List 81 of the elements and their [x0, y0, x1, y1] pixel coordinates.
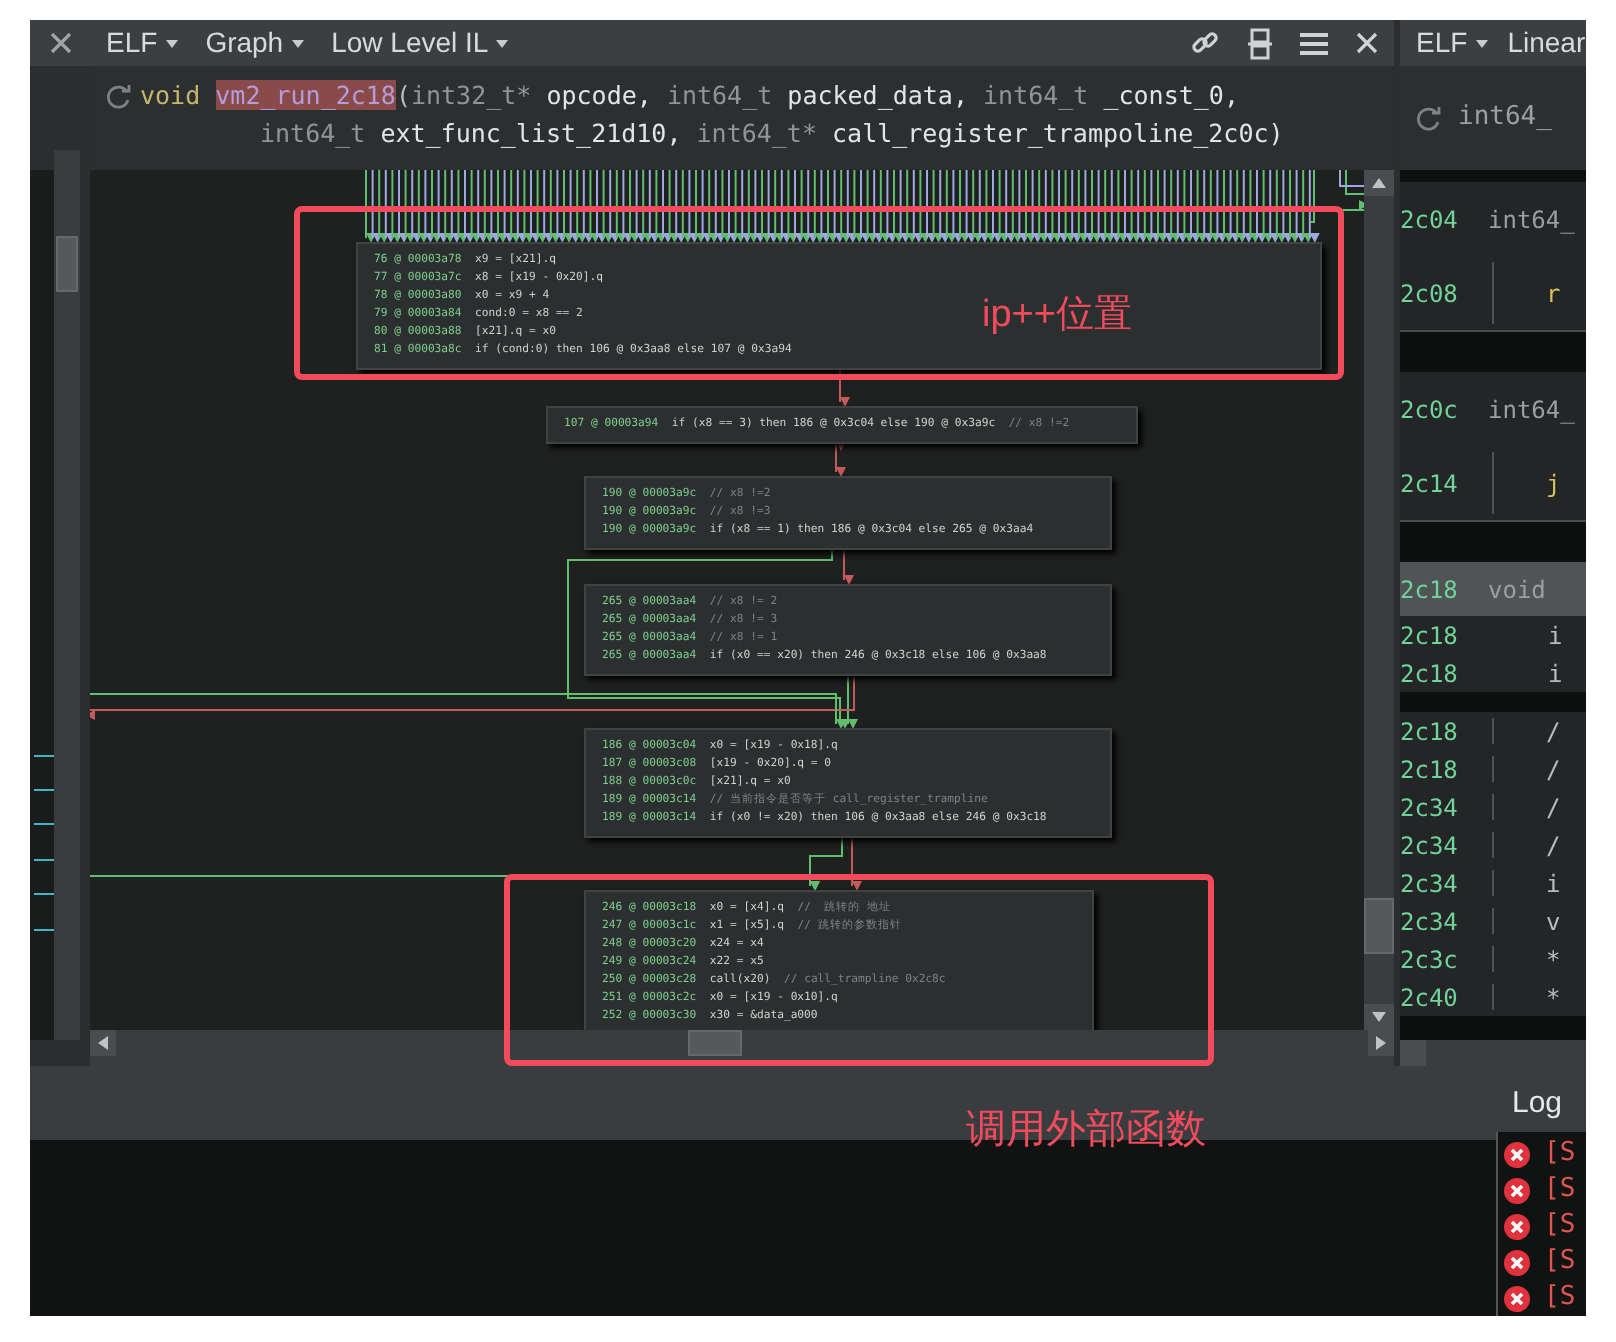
error-icon: [1504, 1177, 1530, 1203]
line-code: /: [1546, 829, 1561, 863]
line-code: /: [1546, 791, 1561, 825]
down-arrow-icon: [1372, 1012, 1386, 1022]
graph-edge: [851, 835, 862, 891]
line-address: 2c18: [1400, 619, 1460, 653]
line-address: 2c18: [1400, 753, 1460, 787]
line-code: j: [1546, 467, 1561, 501]
scroll-right-button[interactable]: [1368, 1030, 1394, 1056]
line-code: int64_: [1488, 393, 1575, 427]
line-code: /: [1546, 753, 1561, 787]
log-message: [S: [1544, 1280, 1576, 1316]
log-message: [S: [1544, 1244, 1576, 1281]
scroll-thumb[interactable]: [1364, 898, 1394, 954]
line-code: i: [1546, 867, 1561, 901]
basic-block[interactable]: [584, 728, 1112, 838]
error-icon: [1504, 1285, 1530, 1311]
up-arrow-icon: [1372, 178, 1386, 188]
line-address: 2c3c: [1400, 943, 1460, 977]
line-address: 2c34: [1400, 905, 1460, 939]
annotation-text: 调用外部函数: [966, 1106, 1206, 1156]
link-icon[interactable]: [1190, 28, 1220, 58]
line-code: *: [1546, 981, 1561, 1015]
log-message: [S: [1544, 1136, 1576, 1173]
menu-icon[interactable]: [1300, 31, 1328, 55]
line-code: /: [1546, 715, 1561, 749]
split-view-icon[interactable]: [1248, 27, 1272, 59]
line-address: 2c34: [1400, 829, 1460, 863]
graph-edge: [839, 367, 850, 407]
error-icon: [1504, 1249, 1530, 1275]
line-address: 2c18: [1400, 715, 1460, 749]
scrollbar[interactable]: [54, 150, 80, 1040]
view-dropdown[interactable]: ELF: [1416, 22, 1488, 64]
line-address: 2c34: [1400, 791, 1460, 825]
annotation-text: ip++位置: [982, 292, 1132, 340]
error-icon: [1504, 1213, 1530, 1239]
right-arrow-icon: [1376, 1036, 1386, 1050]
scroll-down-button[interactable]: [1364, 1004, 1394, 1030]
scroll-left-button[interactable]: [90, 1030, 116, 1056]
caret-icon: [496, 39, 509, 47]
close-icon[interactable]: [49, 32, 71, 54]
line-code: int64_: [1488, 203, 1575, 237]
view-dropdown[interactable]: ELF: [106, 22, 178, 64]
line-address: 2c0c: [1400, 393, 1460, 427]
caret-icon: [165, 39, 178, 47]
line-address: 2c18: [1400, 657, 1460, 691]
left-arrow-icon: [98, 1036, 108, 1050]
view-dropdown[interactable]: Graph: [205, 22, 304, 64]
line-code: *: [1546, 943, 1561, 977]
basic-block[interactable]: [584, 890, 1094, 1030]
line-address: 2c34: [1400, 867, 1460, 901]
reload-icon[interactable]: [106, 84, 132, 110]
function-signature: void vm2_run_2c18(int32_t* opcode, int64_t packed_data, int64_t _const_0,: [140, 78, 1241, 114]
error-icon: [1504, 1141, 1530, 1167]
line-code: i: [1546, 657, 1563, 691]
basic-block[interactable]: [356, 242, 1322, 370]
caret-icon: [291, 39, 304, 47]
function-signature: int64_t ext_func_list_21d10, int64_t* call_register_trampoline_2c0c): [258, 116, 1284, 152]
scrollbar[interactable]: [1364, 170, 1394, 1030]
line-code: i: [1546, 619, 1563, 653]
scroll-up-button[interactable]: [1364, 170, 1394, 196]
log-message: [S: [1544, 1172, 1576, 1209]
panel-title: Log: [1512, 1083, 1563, 1123]
caret-icon: [1475, 39, 1488, 47]
reload-icon[interactable]: [1416, 105, 1442, 131]
line-address: 2c18: [1400, 573, 1460, 607]
scroll-thumb[interactable]: [56, 236, 78, 292]
close-icon[interactable]: [1356, 32, 1378, 54]
view-dropdown[interactable]: Low Level IL: [331, 22, 509, 64]
horizontal-scrollbar[interactable]: [90, 1030, 1394, 1056]
scroll-thumb[interactable]: [688, 1030, 742, 1056]
line-code: v: [1546, 905, 1561, 939]
line-code: r: [1546, 277, 1561, 311]
line-address: 2c40: [1400, 981, 1460, 1015]
function-signature: int64_: [1458, 100, 1552, 137]
line-code: void: [1488, 573, 1546, 607]
line-address: 2c04: [1400, 203, 1460, 237]
log-message: [S: [1544, 1208, 1576, 1245]
line-address: 2c08: [1400, 277, 1460, 311]
view-dropdown[interactable]: Linear: [1507, 22, 1586, 64]
line-address: 2c14: [1400, 467, 1460, 501]
